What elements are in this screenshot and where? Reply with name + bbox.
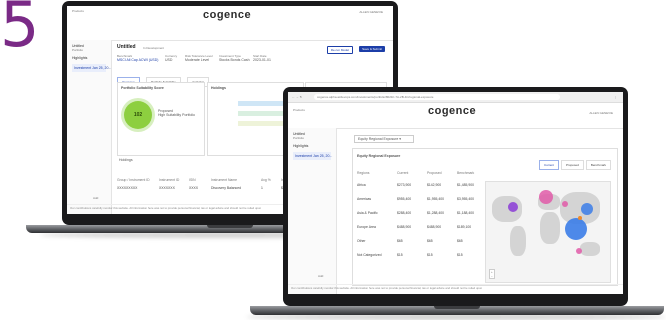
map-oceania xyxy=(580,242,600,256)
sidebar-item-highlights[interactable]: Highlights xyxy=(72,56,106,60)
suitability-label: Proposed High Suitability Portfolio xyxy=(158,109,195,117)
page-title: Untitled xyxy=(117,44,136,50)
sidebar-item-highlights[interactable]: Highlights xyxy=(293,144,331,148)
table-header: Regions Current Proposed Benchmark xyxy=(357,171,475,175)
products-tab[interactable]: Products xyxy=(72,9,84,13)
holdings-bar-1 xyxy=(238,101,284,106)
footer-disclaimer: Our contributions carefully monitor this… xyxy=(288,284,623,291)
map-africa xyxy=(540,212,560,244)
bubble-east-asia[interactable] xyxy=(581,203,593,215)
toggle-current[interactable]: Current xyxy=(538,160,559,170)
front-laptop-screen: ← → ↻ cogence.alpha.azdevops.com/investm… xyxy=(288,92,623,294)
card-title: Equity Regional Exposure xyxy=(357,154,401,158)
browser-menu-icon[interactable]: ⋮ xyxy=(614,95,617,99)
suitability-title: Portfolio Suitability Score xyxy=(121,86,164,90)
exposure-dropdown[interactable]: Equity Regional Exposure ▾ xyxy=(354,135,414,143)
toggle-benchmark[interactable]: Benchmark xyxy=(585,160,611,170)
bubble-asia-pacific[interactable] xyxy=(565,218,587,240)
exposure-card: Equity Regional Exposure Current Proposed… xyxy=(352,148,618,286)
world-map[interactable]: + − xyxy=(485,181,611,283)
add-button[interactable]: Add xyxy=(318,274,323,278)
field-row: Benchmark MSCI All Cap ACWI (USD) Currenc… xyxy=(117,54,271,62)
rerun-button[interactable]: Re-run Model xyxy=(326,46,353,54)
bubble-europe[interactable] xyxy=(539,190,553,204)
products-tab[interactable]: Products xyxy=(293,108,305,112)
url-bar[interactable]: cogence.alpha.azdevops.com/investments/p… xyxy=(314,94,560,100)
rows-title: Holdings xyxy=(119,158,133,162)
cogence-logo: cogence xyxy=(203,9,252,21)
nav-icons[interactable]: ← → ↻ xyxy=(292,95,302,99)
map-south-america xyxy=(510,226,526,256)
cogence-logo: cogence xyxy=(428,105,477,117)
user-menu[interactable]: ALLEN GENEVIE xyxy=(589,111,613,115)
bubble-asia-1[interactable] xyxy=(562,201,568,207)
view-toggle-group: Current Proposed Benchmark xyxy=(538,153,613,171)
front-laptop-base xyxy=(250,306,664,315)
add-button[interactable]: Add xyxy=(93,196,98,200)
toggle-proposed[interactable]: Proposed xyxy=(560,160,584,170)
sidebar-item-investment[interactable]: Investment Jan 25, 20... xyxy=(72,64,111,72)
step-number: 5 xyxy=(0,0,40,61)
suitability-gauge: 102 xyxy=(124,101,152,129)
status-badge: In Development xyxy=(143,46,165,50)
sidebar-item-investment[interactable]: Investment Jan 25, 20... xyxy=(293,152,332,160)
user-menu[interactable]: ALLEN GENEVIE xyxy=(359,10,383,14)
zoom-controls[interactable]: + − xyxy=(489,269,495,279)
front-laptop-lid: ← → ↻ cogence.alpha.azdevops.com/investm… xyxy=(283,87,628,306)
sidebar-item-untitled[interactable]: Untitled Portfolio xyxy=(293,132,331,140)
sidebar: Untitled Portfolio Highlights Investment … xyxy=(67,40,112,214)
holdings-bar-3 xyxy=(238,121,284,126)
save-submit-button[interactable]: Save & Submit xyxy=(359,46,385,52)
suitability-card: Portfolio Suitability Score 102 Proposed… xyxy=(117,82,205,156)
bubble-americas[interactable] xyxy=(508,202,518,212)
holdings-bar-2 xyxy=(238,111,284,116)
sidebar-item-untitled[interactable]: Untitled Portfolio xyxy=(72,44,106,52)
bubble-oceania[interactable] xyxy=(576,248,582,254)
sidebar: Untitled Portfolio Highlights Investment … xyxy=(288,128,337,294)
bubble-small-orange[interactable] xyxy=(578,216,582,220)
